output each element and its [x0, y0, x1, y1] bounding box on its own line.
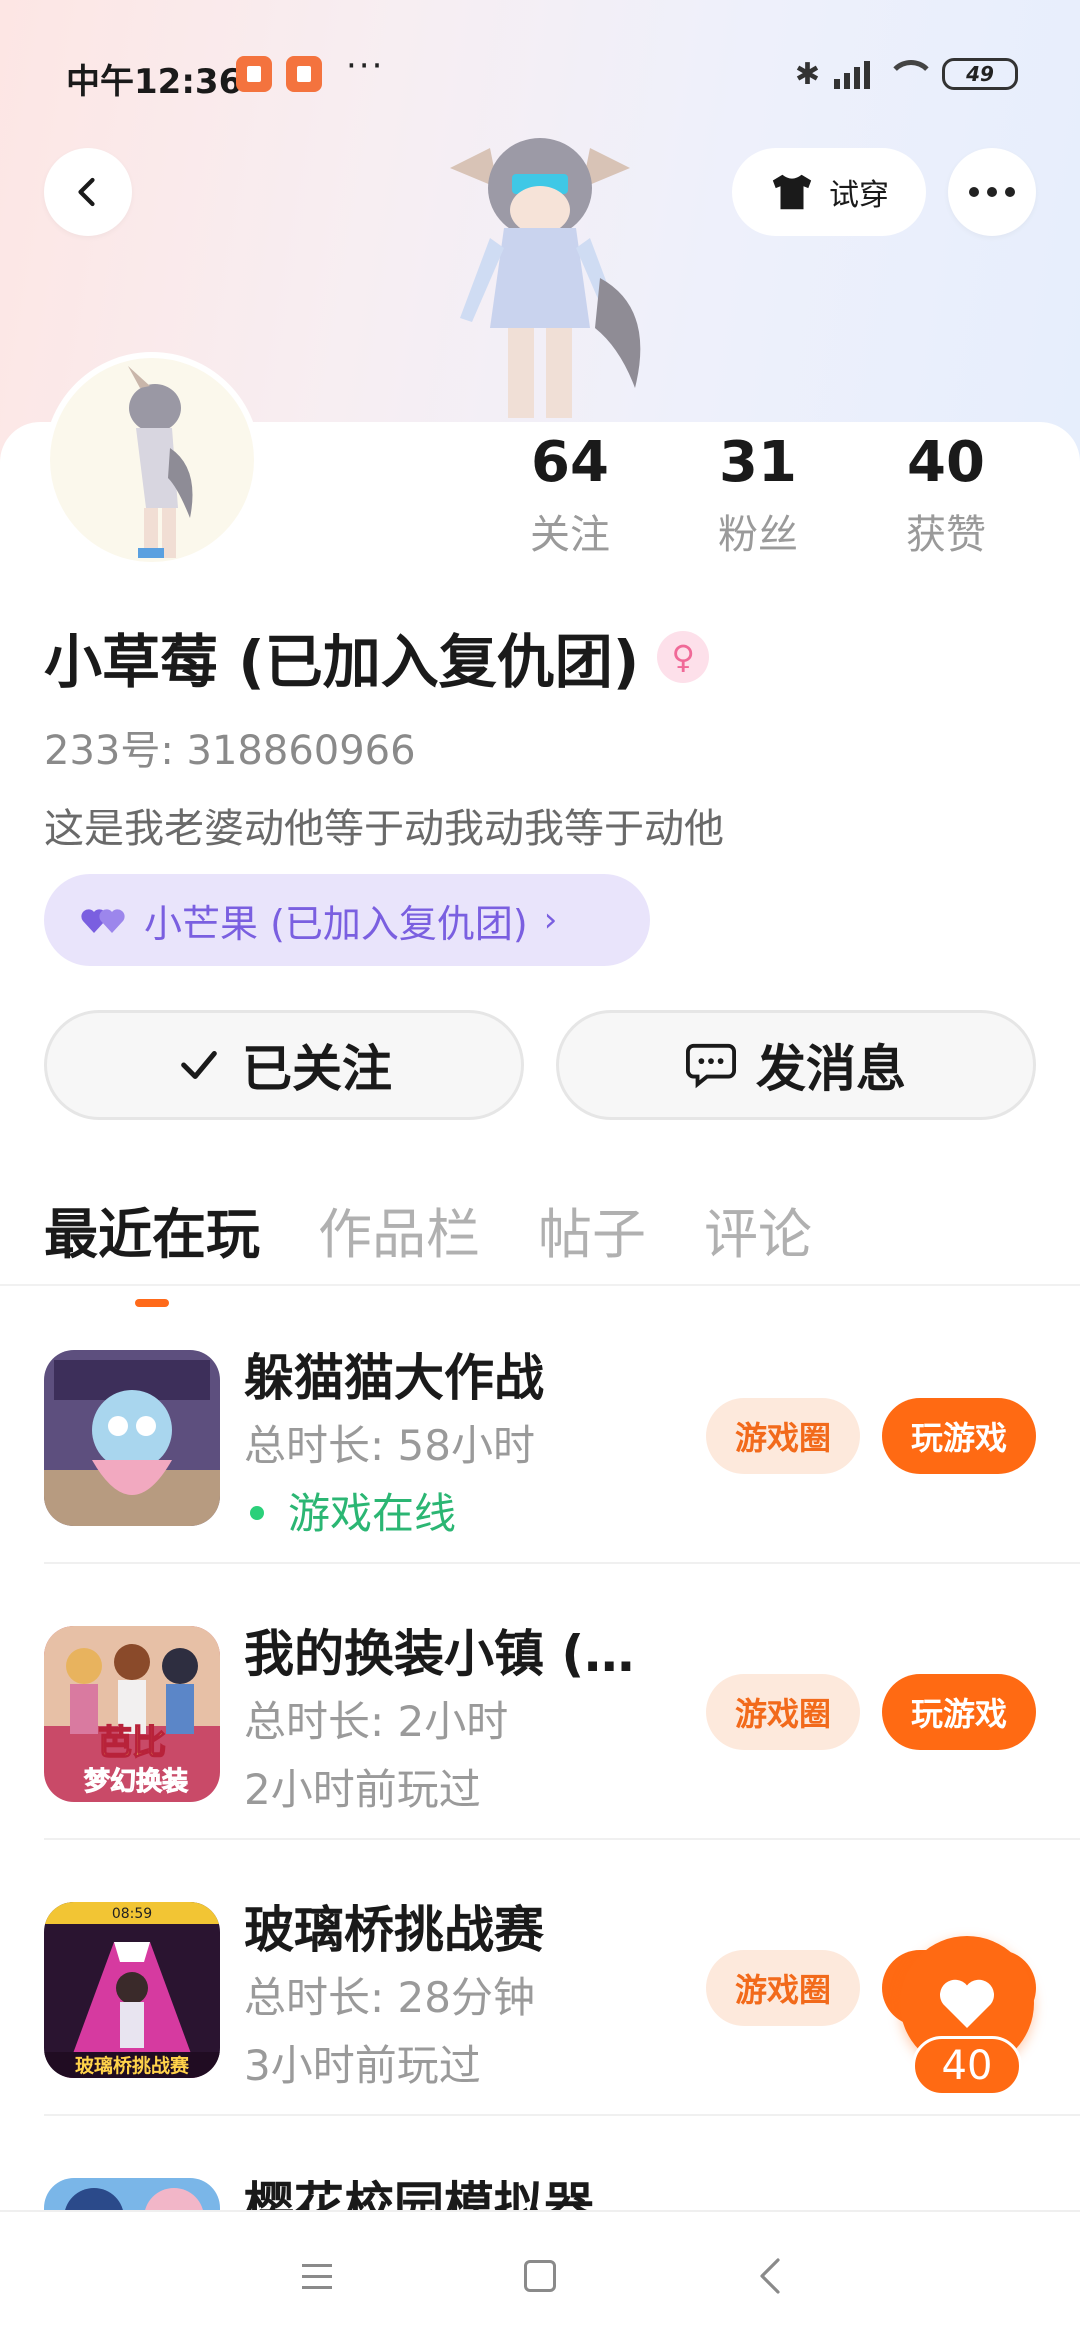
game-title: 我的换装小镇 (… [244, 1625, 635, 1683]
stat-followers[interactable]: 31 粉丝 [664, 428, 852, 560]
chevron-right-icon: › [543, 900, 558, 940]
home-icon[interactable] [524, 2260, 556, 2292]
heart-icon [939, 1979, 995, 2028]
stat-following[interactable]: 64 关注 [476, 428, 664, 560]
double-heart-icon [81, 909, 125, 933]
game-icon-timer: 08:59 [112, 1906, 152, 1922]
game-circle-button[interactable]: 游戏圈 [706, 1674, 860, 1750]
game-icon-text: 梦幻换装 [84, 1767, 188, 1797]
game-icon-text: 芭比 [98, 1723, 166, 1763]
user-bio: 这是我老婆动他等于动我动我等于动他 [44, 806, 724, 852]
send-message-label: 发消息 [756, 1040, 906, 1098]
tab-posts[interactable]: 帖子 [538, 1190, 646, 1269]
couple-name: 小芒果 (已加入复仇团) [144, 901, 528, 946]
tab-recently-played[interactable]: 最近在玩 [44, 1190, 260, 1269]
tab-works[interactable]: 作品栏 [318, 1190, 480, 1269]
online-dot-icon [250, 1505, 264, 1520]
status-time: 中午12:36 [66, 62, 243, 102]
like-count-badge: 40 [912, 2036, 1022, 2096]
following-label-text: 已关注 [242, 1040, 392, 1098]
status-bar: 中午12:36 ··· ✱ 49 [0, 40, 1080, 112]
checkmark-icon [181, 1051, 217, 1079]
hide-and-seek-game-icon[interactable] [44, 1350, 220, 1526]
avatar-character-figure[interactable] [420, 128, 660, 428]
game-duration: 总时长: 2小时 [244, 1697, 509, 1746]
likes-label: 获赞 [906, 512, 986, 558]
account-id: 233号: 318860966 [44, 728, 416, 774]
game-duration: 总时长: 28分钟 [244, 1973, 535, 2022]
followers-label: 粉丝 [718, 512, 798, 558]
notification-app-icon [236, 56, 272, 92]
dress-up-town-game-icon[interactable]: 芭比 梦幻换装 [44, 1626, 220, 1802]
send-message-button[interactable]: 发消息 [556, 1010, 1036, 1120]
more-notifications-icon: ··· [346, 46, 385, 86]
tab-comments[interactable]: 评论 [704, 1190, 812, 1269]
system-back-icon[interactable] [756, 2256, 786, 2296]
chevron-left-icon [78, 177, 95, 207]
following-count: 64 [531, 430, 609, 495]
followers-count: 31 [719, 430, 797, 495]
game-duration: 总时长: 58小时 [244, 1421, 535, 1470]
username-row: 小草莓 (已加入复仇团) ♀ [44, 615, 710, 699]
more-dots-icon [969, 187, 1015, 197]
wifi-icon [884, 58, 936, 90]
game-status: 游戏在线 [244, 1480, 456, 1541]
game-row[interactable]: 躲猫猫大作战 总时长: 58小时 游戏在线 游戏圈 玩游戏 [0, 1288, 1080, 1564]
try-on-button[interactable]: 试穿 [732, 148, 926, 236]
status-icons: ✱ 49 [795, 54, 1018, 94]
following-button[interactable]: 已关注 [44, 1010, 524, 1120]
username: 小草莓 (已加入复仇团) [44, 628, 640, 696]
recent-apps-icon[interactable] [302, 2264, 332, 2297]
tabs-divider [0, 1284, 1080, 1286]
back-button[interactable] [44, 148, 132, 236]
battery-icon: 49 [942, 58, 1018, 90]
bluetooth-icon: ✱ [794, 56, 820, 92]
game-row[interactable]: 芭比 梦幻换装 我的换装小镇 (… 总时长: 2小时 2小时前玩过 游戏圈 玩游… [0, 1564, 1080, 1840]
game-status: 3小时前玩过 [244, 2041, 481, 2090]
signal-icon [834, 59, 870, 89]
system-navigation-bar [0, 2210, 1080, 2340]
user-avatar[interactable] [44, 352, 260, 568]
game-circle-button[interactable]: 游戏圈 [706, 1398, 860, 1474]
stat-likes[interactable]: 40 获赞 [852, 428, 1040, 560]
profile-stats: 64 关注 31 粉丝 40 获赞 [476, 428, 1040, 560]
play-game-button[interactable]: 玩游戏 [882, 1674, 1036, 1750]
game-status-text: 游戏在线 [288, 1489, 457, 1538]
avatar-character-icon [128, 366, 193, 558]
profile-tabs: 最近在玩 作品栏 帖子 评论 [44, 1190, 812, 1269]
glass-bridge-game-icon[interactable]: 08:59 玻璃桥挑战赛 [44, 1902, 220, 2078]
tshirt-icon [772, 174, 812, 210]
chat-bubble-icon [686, 1043, 736, 1089]
play-game-button[interactable]: 玩游戏 [882, 1398, 1036, 1474]
following-label: 关注 [530, 512, 610, 558]
game-title: 躲猫猫大作战 [244, 1349, 544, 1407]
likes-count: 40 [907, 430, 985, 495]
couple-relation-tag[interactable]: 小芒果 (已加入复仇团) › [44, 874, 650, 966]
female-gender-icon: ♀ [657, 631, 710, 683]
game-status: 2小时前玩过 [244, 1765, 481, 1814]
game-title: 玻璃桥挑战赛 [244, 1901, 544, 1959]
try-on-label: 试穿 [829, 178, 889, 213]
game-icon-text: 玻璃桥挑战赛 [75, 2054, 190, 2077]
game-circle-button[interactable]: 游戏圈 [706, 1950, 860, 2026]
more-options-button[interactable] [948, 148, 1036, 236]
notification-shop-icon [286, 56, 322, 92]
recent-games-list: 躲猫猫大作战 总时长: 58小时 游戏在线 游戏圈 玩游戏 芭比 梦幻换装 我的… [0, 1288, 1080, 2340]
